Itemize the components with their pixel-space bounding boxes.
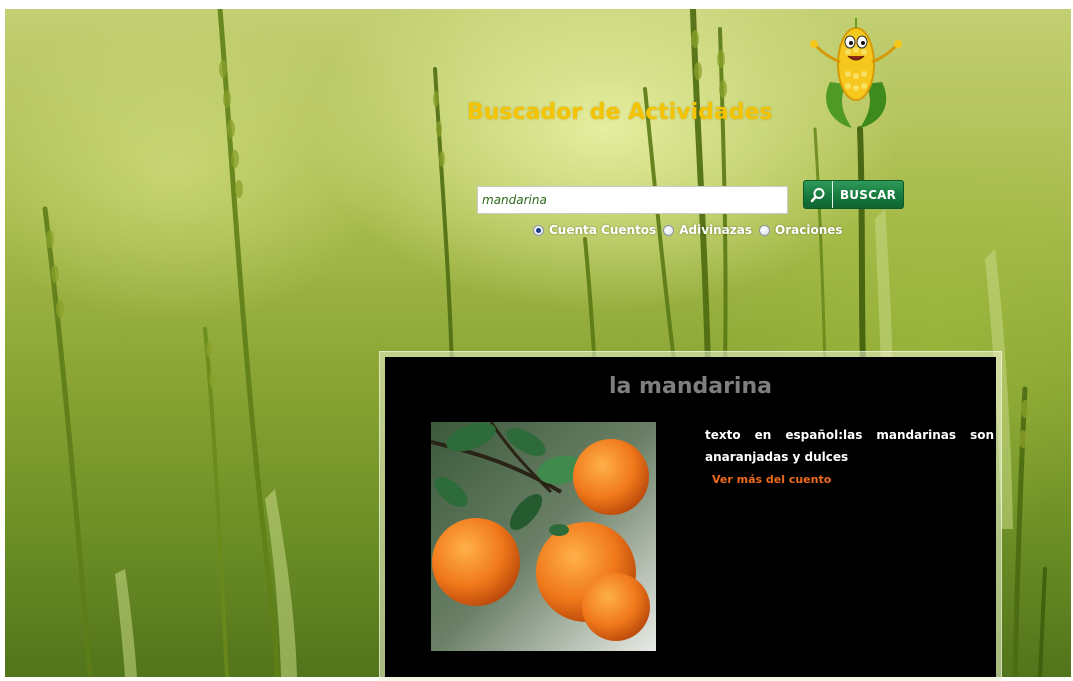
result-title: la mandarina xyxy=(609,374,772,399)
corn-mascot-icon xyxy=(810,18,902,128)
radio-option-adivinazas[interactable]: Adivinazas xyxy=(663,223,752,237)
result-card: la mandarina texto en español:las mandar… xyxy=(385,357,996,677)
radio-option-oraciones[interactable]: Oraciones xyxy=(759,223,843,237)
search-button-label: BUSCAR xyxy=(839,187,897,202)
search-button[interactable]: BUSCAR xyxy=(803,180,904,209)
read-more-link[interactable]: Ver más del cuento xyxy=(712,473,831,486)
radio-option-cuenta-cuentos[interactable]: Cuenta Cuentos xyxy=(533,223,656,237)
search-icon xyxy=(804,181,833,208)
radio-button[interactable] xyxy=(663,224,675,236)
radio-label: Oraciones xyxy=(775,223,843,237)
result-description: texto en español:las mandarinas son anar… xyxy=(705,428,994,464)
search-input[interactable] xyxy=(477,186,788,214)
mandarin-image xyxy=(431,422,656,651)
radio-label: Cuenta Cuentos xyxy=(549,223,657,237)
page-title: Buscador de Actividades xyxy=(467,100,773,125)
radio-label: Adivinazas xyxy=(679,223,752,237)
category-radio-group: Cuenta Cuentos Adivinazas Oraciones xyxy=(533,222,850,238)
radio-button[interactable] xyxy=(759,224,770,236)
radio-button[interactable] xyxy=(533,224,544,236)
